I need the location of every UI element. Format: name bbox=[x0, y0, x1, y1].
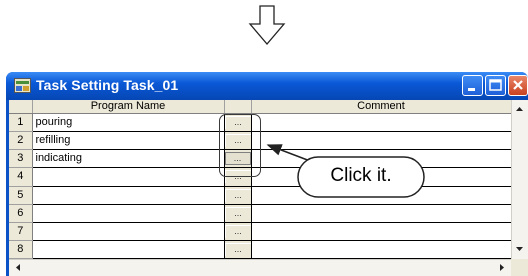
program-name-cell[interactable] bbox=[32, 204, 225, 223]
comment-cell[interactable] bbox=[251, 204, 512, 223]
close-icon bbox=[513, 80, 523, 90]
minimize-button[interactable] bbox=[462, 75, 483, 96]
vertical-scrollbar[interactable] bbox=[511, 100, 528, 259]
browse-button[interactable]: ... bbox=[224, 186, 252, 205]
maximize-button[interactable] bbox=[485, 75, 506, 96]
table-row: 8 ... bbox=[9, 240, 512, 260]
row-number: 5 bbox=[9, 186, 33, 205]
scroll-left-icon[interactable] bbox=[10, 260, 25, 275]
program-name-cell[interactable] bbox=[32, 240, 225, 260]
ellipsis-icon: ... bbox=[224, 206, 250, 220]
scrollbar-corner bbox=[511, 259, 528, 276]
horizontal-scrollbar[interactable] bbox=[9, 259, 511, 276]
ellipsis-icon: ... bbox=[224, 224, 250, 238]
scroll-right-icon[interactable] bbox=[495, 260, 510, 275]
header-row-number bbox=[9, 100, 33, 114]
row-number: 7 bbox=[9, 222, 33, 241]
ellipsis-icon: ... bbox=[224, 188, 250, 202]
row-number: 8 bbox=[9, 240, 33, 260]
row-number: 1 bbox=[9, 113, 33, 133]
browse-button[interactable]: ... bbox=[224, 240, 252, 260]
header-program-name[interactable]: Program Name bbox=[32, 100, 225, 114]
program-name-cell[interactable] bbox=[32, 167, 225, 187]
title-bar[interactable]: Task Setting Task_01 bbox=[6, 72, 528, 100]
program-name-cell[interactable]: pouring bbox=[32, 113, 225, 133]
ellipsis-icon: ... bbox=[224, 242, 250, 256]
button-highlight bbox=[219, 114, 261, 177]
comment-cell[interactable] bbox=[251, 113, 512, 133]
minimize-icon bbox=[468, 88, 475, 91]
window-title: Task Setting Task_01 bbox=[36, 77, 179, 93]
maximize-icon bbox=[489, 79, 502, 91]
scroll-down-icon[interactable] bbox=[512, 242, 527, 257]
close-button[interactable] bbox=[508, 75, 528, 96]
table-row: 6 ... bbox=[9, 204, 512, 223]
comment-cell[interactable] bbox=[251, 240, 512, 260]
scroll-up-icon[interactable] bbox=[512, 101, 527, 116]
program-name-cell[interactable] bbox=[32, 186, 225, 205]
program-name-cell[interactable] bbox=[32, 222, 225, 241]
comment-cell[interactable] bbox=[251, 131, 512, 151]
callout-text: Click it. bbox=[330, 165, 392, 186]
row-number: 6 bbox=[9, 204, 33, 223]
program-name-cell[interactable]: refilling bbox=[32, 131, 225, 151]
program-name-cell[interactable]: indicating bbox=[32, 149, 225, 169]
app-icon bbox=[14, 78, 31, 93]
browse-button[interactable]: ... bbox=[224, 204, 252, 223]
down-arrow-icon bbox=[248, 5, 286, 46]
header-button bbox=[224, 100, 252, 114]
client-area: Program Name Comment 1 pouring ... 2 ref… bbox=[9, 100, 528, 276]
row-number: 4 bbox=[9, 167, 33, 187]
header-row: Program Name Comment bbox=[9, 100, 512, 114]
task-setting-window: Task Setting Task_01 Program Name Commen… bbox=[6, 72, 528, 276]
table-row: 5 ... bbox=[9, 186, 512, 205]
browse-button[interactable]: ... bbox=[224, 222, 252, 241]
row-number: 2 bbox=[9, 131, 33, 151]
header-comment[interactable]: Comment bbox=[251, 100, 512, 114]
comment-cell[interactable] bbox=[251, 222, 512, 241]
row-number: 3 bbox=[9, 149, 33, 169]
table-row: 7 ... bbox=[9, 222, 512, 241]
